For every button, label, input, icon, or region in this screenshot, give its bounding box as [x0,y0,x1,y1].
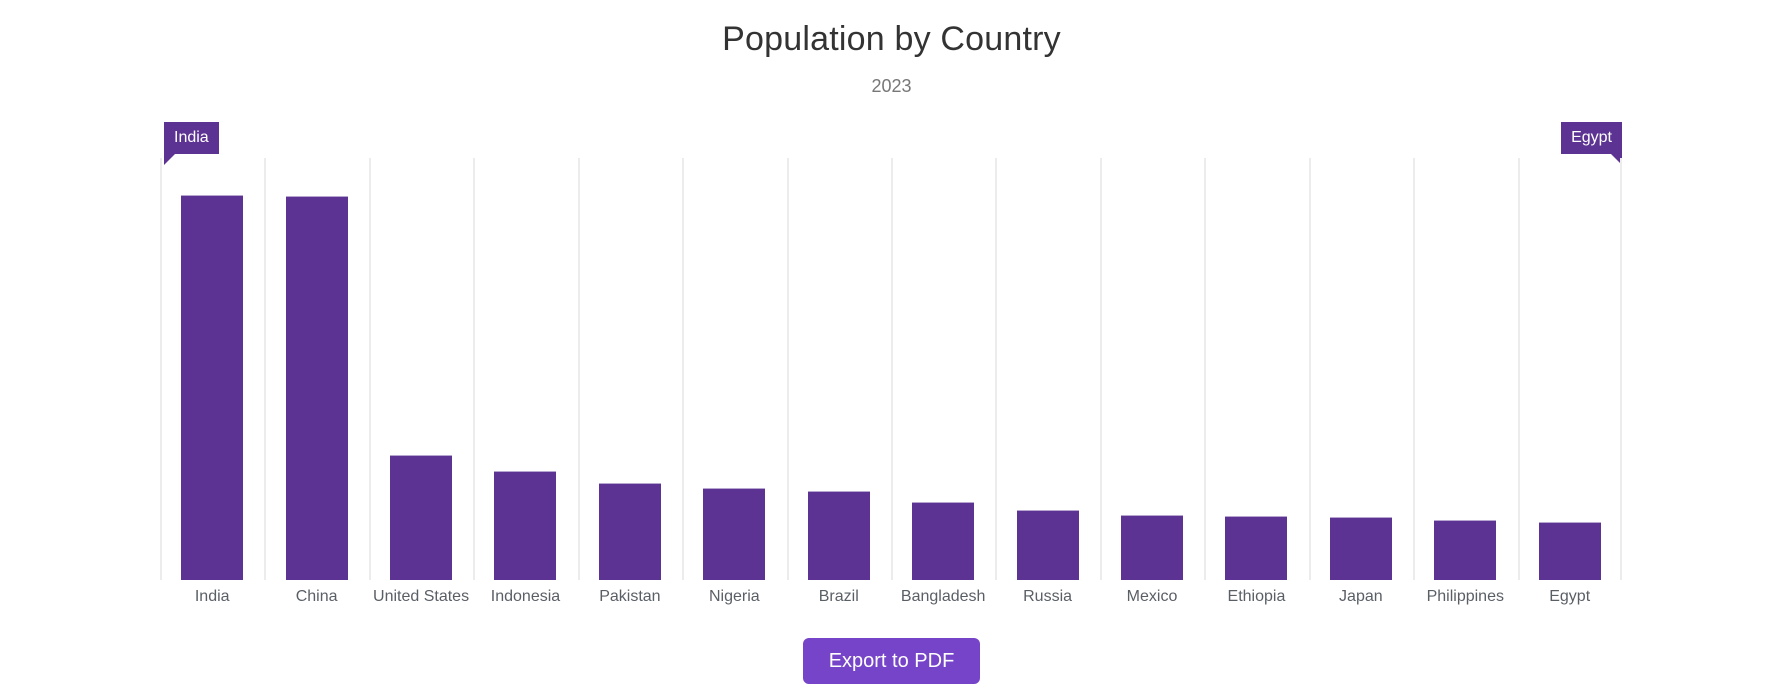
bar-slot [160,158,264,580]
bar[interactable] [1434,520,1497,580]
x-axis-labels: India China United States Indonesia Pakistan… [160,588,1622,606]
bar[interactable] [912,502,975,580]
bar-slot [578,158,682,580]
bar[interactable] [1538,522,1601,580]
callout-first-bar: India [164,122,219,165]
callout-first-bar-label: India [174,129,209,146]
x-axis-label: Brazil [818,588,859,605]
bar[interactable] [1016,510,1079,580]
bar-slot [1309,158,1413,580]
bar[interactable] [285,196,348,580]
chart-subtitle: 2023 [871,76,912,96]
x-axis-label: Bangladesh [900,588,986,605]
bar-series [160,158,1622,580]
bar[interactable] [1121,515,1183,580]
x-axis-label: Japan [1339,588,1383,605]
x-axis-label: Mexico [1126,588,1178,605]
page-title: Population by Country [722,20,1061,58]
bar[interactable] [1225,516,1288,580]
bar-slot [1413,158,1517,580]
x-axis-label: Egypt [1549,588,1591,605]
x-axis-label: Ethiopia [1227,588,1286,605]
chart-page: Population by Country 2023 India Egypt I… [0,0,1783,698]
x-axis-label: India [194,588,230,605]
plot-area [160,158,1622,580]
callout-last-bar-label: Egypt [1571,129,1612,146]
x-axis-label: China [295,588,338,605]
export-bar: Export to PDF [0,638,1783,684]
bar-slot [787,158,891,580]
bar[interactable] [703,488,766,580]
bar[interactable] [181,195,244,580]
export-to-pdf-button[interactable]: Export to PDF [802,638,981,684]
x-axis-label: Philippines [1426,588,1504,605]
x-axis-label: Russia [1023,588,1073,605]
bar[interactable] [598,483,661,580]
bar-slot [1204,158,1308,580]
bar-slot [891,158,995,580]
x-axis-label: Nigeria [708,588,760,605]
bar-slot [682,158,786,580]
bar[interactable] [1329,517,1392,580]
bar[interactable] [807,491,870,580]
bar-slot [473,158,577,580]
callout-last-bar: Egypt [1561,122,1622,165]
bar[interactable] [390,455,453,580]
bar-slot [264,158,368,580]
x-axis-label: Indonesia [490,588,561,605]
bar-slot [1517,158,1621,580]
bar[interactable] [494,471,557,580]
x-axis-label: Pakistan [599,588,661,605]
bar-slot [995,158,1099,580]
x-axis-label: United States [373,588,470,605]
bar-slot [1100,158,1204,580]
bar-slot [369,158,473,580]
